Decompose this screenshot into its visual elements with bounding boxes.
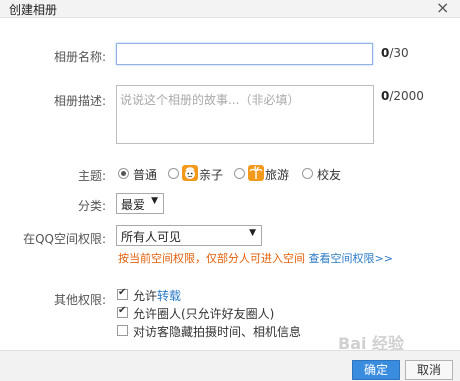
hide-exif-text: 对访客隐藏拍摄时间、相机信息: [133, 325, 302, 339]
child-face-icon: [182, 165, 198, 181]
close-icon[interactable]: ×: [436, 0, 449, 18]
album-desc-textarea[interactable]: 说说这个相册的故事...（非必填）: [116, 85, 374, 144]
permission-note: 按当前空间权限，仅部分人可进入空间 查看空间权限>>: [118, 250, 393, 266]
allow-repost-text: 允许转载: [133, 287, 181, 304]
theme-radio-family[interactable]: [168, 168, 179, 179]
category-value: 最爱: [121, 198, 146, 212]
album-desc-counter: 0/2000: [381, 89, 424, 103]
permission-note-text: 按当前空间权限，仅部分人可进入空间: [118, 252, 305, 265]
allow-tag-checkbox[interactable]: [117, 305, 128, 318]
album-name-label: 相册名称:: [53, 50, 106, 64]
allow-repost-checkbox[interactable]: [117, 287, 128, 300]
theme-option-normal: 普通: [133, 168, 158, 182]
category-select[interactable]: 最爱 ▼: [116, 193, 164, 214]
hide-exif-checkbox[interactable]: [117, 325, 128, 336]
confirm-button[interactable]: 确定: [352, 360, 400, 380]
album-name-counter: 0/30: [381, 46, 409, 60]
allow-repost-prefix: 允许: [133, 289, 158, 303]
permission-value: 所有人可见: [121, 230, 182, 244]
category-label: 分类:: [77, 199, 106, 213]
theme-option-travel: 旅游: [265, 168, 290, 182]
view-permission-link[interactable]: 查看空间权限>>: [309, 252, 393, 265]
theme-label: 主题:: [77, 169, 106, 183]
theme-option-family: 亲子: [199, 168, 224, 182]
dialog-titlebar: [0, 0, 460, 18]
permission-select[interactable]: 所有人可见 ▼: [116, 225, 262, 246]
theme-option-alumni: 校友: [317, 168, 342, 182]
theme-radio-normal[interactable]: [118, 168, 129, 179]
other-permission-label: 其他权限:: [53, 293, 106, 307]
theme-radio-alumni[interactable]: [302, 168, 313, 179]
chevron-down-icon: ▼: [249, 228, 256, 238]
album-name-max: /30: [389, 46, 409, 60]
dialog-title: 创建相册: [9, 3, 58, 17]
chevron-down-icon: ▼: [151, 196, 158, 206]
allow-tag-text: 允许圈人(只允许好友圈人): [133, 307, 275, 321]
repost-link[interactable]: 转载: [157, 289, 181, 303]
album-desc-max: /2000: [389, 89, 424, 103]
album-name-input[interactable]: [116, 43, 373, 65]
cancel-button[interactable]: 取消: [405, 360, 453, 380]
palm-tree-icon: [248, 165, 264, 181]
album-desc-label: 相册描述:: [53, 94, 106, 108]
permission-label: 在QQ空间权限:: [23, 232, 106, 246]
theme-radio-travel[interactable]: [234, 168, 245, 179]
